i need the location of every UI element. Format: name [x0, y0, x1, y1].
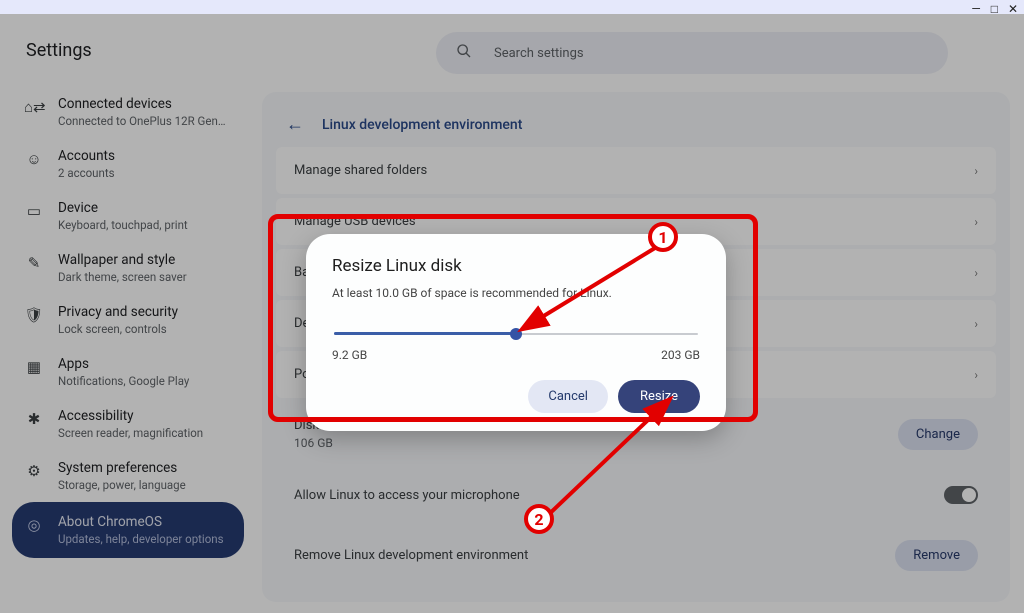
dialog-hint: At least 10.0 GB of space is recommended… — [332, 286, 700, 300]
resize-disk-dialog: Resize Linux disk At least 10.0 GB of sp… — [306, 234, 726, 431]
dialog-title: Resize Linux disk — [332, 256, 700, 276]
slider-fill — [334, 332, 518, 335]
disk-size-slider[interactable] — [332, 326, 700, 344]
slider-max-label: 203 GB — [661, 348, 700, 362]
slider-min-label: 9.2 GB — [332, 348, 367, 362]
title-bar: — □ ✕ — [0, 0, 1024, 14]
cancel-button[interactable]: Cancel — [528, 380, 608, 413]
resize-button[interactable]: Resize — [618, 380, 700, 413]
slider-thumb[interactable] — [510, 328, 522, 340]
